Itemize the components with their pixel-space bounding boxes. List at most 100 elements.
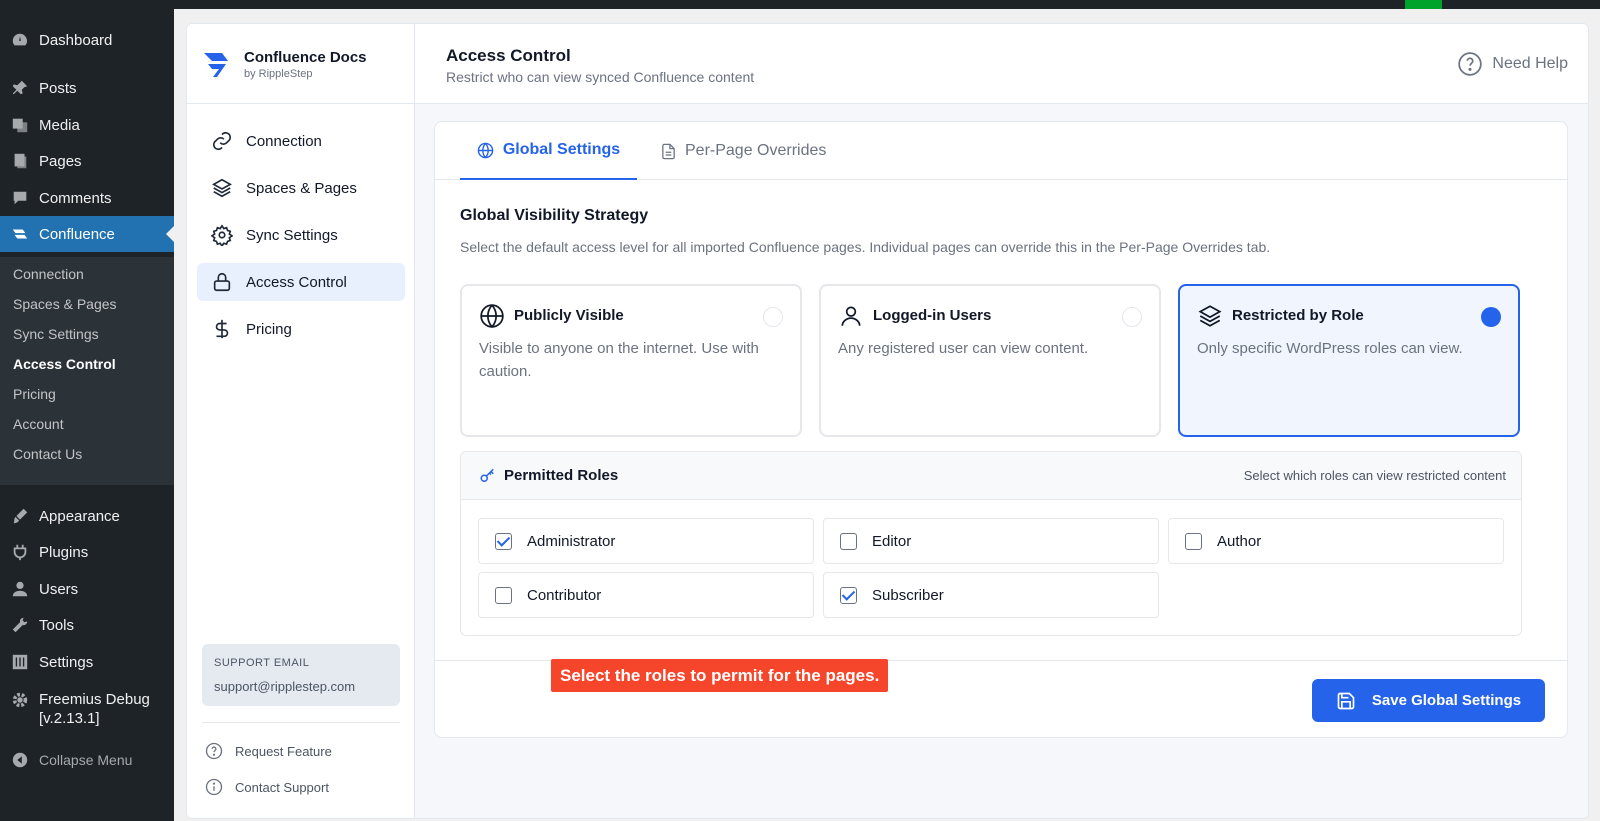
roles-hint: Select which roles can view restricted c… — [1243, 468, 1506, 483]
option-radio-selected[interactable] — [1481, 307, 1501, 327]
settings-icon — [10, 652, 30, 672]
dollar-icon — [210, 317, 234, 341]
menu-tools[interactable]: Tools — [0, 607, 174, 643]
submenu-connection[interactable]: Connection — [13, 266, 84, 282]
wrench-icon — [10, 615, 30, 635]
nav-label: Connection — [246, 132, 322, 150]
sidebar-divider — [202, 722, 400, 723]
help-label: Need Help — [1492, 55, 1568, 72]
menu-label: Plugins — [39, 543, 89, 561]
strategy-description: Select the default access level for all … — [460, 239, 1271, 255]
roles-title: Permitted Roles — [504, 467, 619, 484]
option-logged-in-users[interactable]: Logged-in Users Any registered user can … — [819, 284, 1161, 437]
role-label: Author — [1217, 532, 1262, 550]
nav-sync-settings[interactable]: Sync Settings — [197, 216, 405, 254]
question-icon — [205, 742, 223, 760]
role-checkbox[interactable] — [495, 532, 512, 550]
role-contributor[interactable]: Contributor — [478, 572, 814, 618]
menu-label: Pages — [39, 152, 82, 170]
option-title: Logged-in Users — [873, 307, 992, 324]
request-feature-link[interactable]: Request Feature — [205, 742, 332, 760]
globe-icon — [477, 141, 495, 159]
nav-label: Pricing — [246, 320, 292, 338]
menu-users[interactable]: Users — [0, 571, 174, 607]
menu-label: Media — [39, 116, 80, 134]
menu-collapse[interactable]: Collapse Menu — [0, 742, 174, 778]
comment-icon — [10, 188, 30, 208]
submenu-pricing[interactable]: Pricing — [13, 386, 56, 402]
role-checkbox[interactable] — [1185, 532, 1202, 550]
menu-settings[interactable]: Settings — [0, 644, 174, 680]
permitted-roles-panel: Permitted Roles Select which roles can v… — [460, 451, 1522, 636]
nav-access-control[interactable]: Access Control — [197, 263, 405, 301]
permitted-roles-header: Permitted Roles Select which roles can v… — [461, 452, 1521, 500]
option-restricted-by-role[interactable]: Restricted by Role Only specific WordPre… — [1178, 284, 1520, 437]
role-editor[interactable]: Editor — [823, 518, 1159, 564]
confluence-icon — [10, 224, 30, 244]
brand-name: Confluence Docs — [244, 49, 367, 66]
menu-plugins[interactable]: Plugins — [0, 534, 174, 570]
link-label: Contact Support — [235, 779, 329, 795]
key-icon — [479, 467, 497, 485]
submenu-access-control[interactable]: Access Control — [13, 356, 116, 372]
menu-label: Posts — [39, 79, 77, 97]
menu-media[interactable]: Media — [0, 107, 174, 143]
page-subtitle: Restrict who can view synced Confluence … — [446, 69, 755, 85]
contact-support-link[interactable]: Contact Support — [205, 778, 329, 796]
role-checkbox[interactable] — [840, 532, 857, 550]
brand-byline: by RippleStep — [244, 68, 313, 80]
submenu-spaces-pages[interactable]: Spaces & Pages — [13, 296, 117, 312]
brand: Confluence Docs by RippleStep — [187, 24, 415, 104]
option-radio[interactable] — [1122, 307, 1142, 327]
role-administrator[interactable]: Administrator — [478, 518, 814, 564]
user-icon — [838, 303, 864, 329]
menu-label: Freemius Debug [v.2.13.1] — [39, 691, 150, 727]
role-checkbox[interactable] — [495, 586, 512, 604]
support-box: SUPPORT EMAIL support@ripplestep.com — [202, 644, 400, 706]
admin-bar-indicator — [1405, 0, 1442, 9]
tab-bar: Global Settings Per-Page Overrides — [435, 122, 1567, 180]
role-label: Contributor — [527, 586, 602, 604]
nav-label: Sync Settings — [246, 226, 338, 244]
save-label: Save Global Settings — [1371, 692, 1522, 709]
menu-confluence[interactable]: Confluence — [0, 216, 174, 252]
support-email[interactable]: support@ripplestep.com — [214, 679, 355, 694]
gear-icon — [10, 690, 30, 710]
confluence-submenu: Connection Spaces & Pages Sync Settings … — [0, 257, 174, 485]
guide-tooltip: Select the roles to permit for the pages… — [551, 659, 889, 692]
option-description: Only specific WordPress roles can view. — [1197, 340, 1463, 357]
submenu-account[interactable]: Account — [13, 416, 64, 432]
menu-freemius-debug[interactable]: Freemius Debug [v.2.13.1] — [0, 690, 174, 734]
role-label: Administrator — [527, 532, 616, 550]
menu-label: Dashboard — [39, 31, 113, 49]
menu-label: Users — [39, 580, 79, 598]
tab-per-page-overrides[interactable]: Per-Page Overrides — [659, 122, 826, 180]
role-author[interactable]: Author — [1168, 518, 1504, 564]
tab-global-settings[interactable]: Global Settings — [460, 122, 637, 180]
need-help-button[interactable]: Need Help — [1457, 51, 1568, 77]
save-global-settings-button[interactable]: Save Global Settings — [1312, 679, 1545, 722]
gear-icon — [210, 223, 234, 247]
option-publicly-visible[interactable]: Publicly Visible Visible to anyone on th… — [460, 284, 802, 437]
menu-comments[interactable]: Comments — [0, 180, 174, 216]
role-subscriber[interactable]: Subscriber — [823, 572, 1159, 618]
menu-posts[interactable]: Posts — [0, 70, 174, 106]
role-checkbox[interactable] — [840, 586, 857, 604]
tab-label: Global Settings — [502, 141, 621, 158]
nav-connection[interactable]: Connection — [197, 122, 405, 160]
nav-spaces-pages[interactable]: Spaces & Pages — [197, 169, 405, 207]
layers-icon — [210, 176, 234, 200]
tab-label: Per-Page Overrides — [685, 142, 827, 159]
menu-dashboard[interactable]: Dashboard — [0, 22, 174, 58]
menu-label: Appearance — [39, 507, 120, 525]
nav-pricing[interactable]: Pricing — [197, 310, 405, 348]
menu-label: Tools — [39, 616, 75, 634]
nav-label: Spaces & Pages — [246, 179, 357, 197]
submenu-contact-us[interactable]: Contact Us — [13, 446, 82, 462]
submenu-sync-settings[interactable]: Sync Settings — [13, 326, 99, 342]
plugin-panel: Confluence Docs by RippleStep Connection… — [186, 23, 1589, 819]
menu-appearance[interactable]: Appearance — [0, 498, 174, 534]
menu-pages[interactable]: Pages — [0, 143, 174, 179]
option-radio[interactable] — [763, 307, 783, 327]
page-title: Access Control — [446, 46, 571, 65]
